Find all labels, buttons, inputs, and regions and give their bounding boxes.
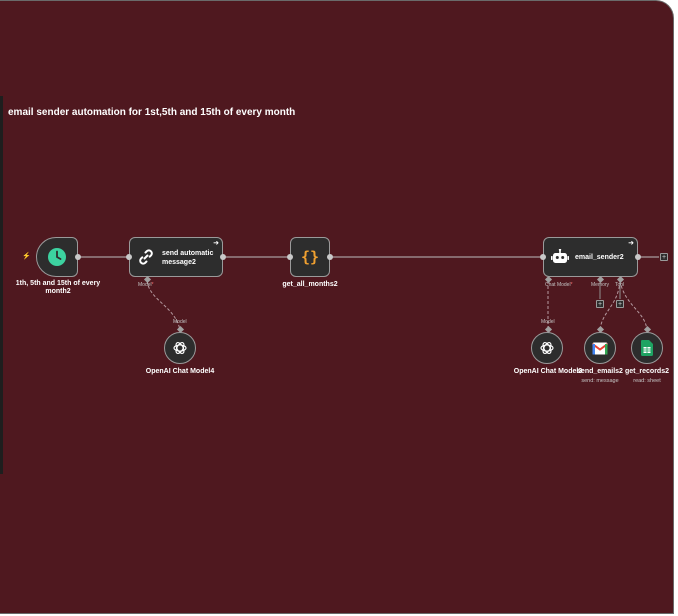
gmail-icon: [592, 342, 608, 354]
send-message-node[interactable]: send automatic message2 ➜: [129, 237, 223, 277]
openai-chat-model4-node[interactable]: [164, 332, 196, 364]
openai-model4-caption: OpenAI Chat Model4: [145, 368, 215, 375]
openai-model4-port-label: Model: [173, 319, 187, 325]
connection-wires: [78, 256, 659, 331]
send-message-input-port[interactable]: [126, 254, 132, 260]
get-records-subtitle: read: sheet: [633, 378, 661, 384]
workflow-canvas[interactable]: email sender automation for 1st,5th and …: [0, 0, 674, 614]
add-memory-button[interactable]: +: [596, 300, 604, 308]
email-sender-agent-node[interactable]: email_sender2 ➜: [543, 237, 638, 277]
get-all-months-node[interactable]: {}: [290, 237, 330, 277]
send-message-arrow-icon: ➜: [213, 240, 219, 247]
trigger-bolt-icon: ⚡: [22, 253, 31, 260]
wire-tool-sheets: [619, 280, 648, 331]
send-emails-node[interactable]: [584, 332, 616, 364]
memory-port-label: Memory: [591, 282, 610, 288]
svg-text:{}: {}: [300, 248, 318, 266]
sheets-icon: [641, 340, 653, 356]
code-braces-icon: {}: [291, 238, 328, 275]
schedule-trigger-node[interactable]: [36, 237, 78, 277]
trigger-caption: 1th, 5th and 15th of every month2: [15, 280, 101, 295]
email-sender-input-port[interactable]: [540, 254, 546, 260]
get-records-caption: get_records2: [625, 368, 669, 375]
openai-model3-port-label: Model: [541, 319, 555, 325]
openai-icon: [173, 342, 187, 354]
send-message-label: send automatic message2: [162, 250, 214, 266]
add-tool-button[interactable]: +: [616, 300, 624, 308]
trigger-output-port[interactable]: [75, 254, 81, 260]
email-sender-output-port[interactable]: [635, 254, 641, 260]
email-sender-label: email_sender2: [575, 254, 624, 261]
screen: email sender automation for 1st,5th and …: [0, 0, 678, 616]
link-icon: [136, 247, 156, 267]
add-node-button[interactable]: +: [660, 253, 668, 261]
send-message-model-label: Model: [138, 282, 154, 288]
send-message-output-port[interactable]: [220, 254, 226, 260]
robot-icon: [551, 248, 569, 266]
get-all-months-caption: get_all_months2: [282, 281, 338, 288]
get-records-node[interactable]: [631, 332, 663, 364]
email-sender-arrow-icon: ➜: [628, 240, 634, 247]
get-all-months-output-port[interactable]: [327, 254, 333, 260]
clock-icon: [37, 238, 77, 276]
tool-port-label: Tool: [615, 282, 625, 288]
chat-model-port-label: Chat Model: [545, 282, 573, 288]
openai-icon: [540, 342, 554, 354]
openai-chat-model3-node[interactable]: [531, 332, 563, 364]
get-all-months-input-port[interactable]: [287, 254, 293, 260]
